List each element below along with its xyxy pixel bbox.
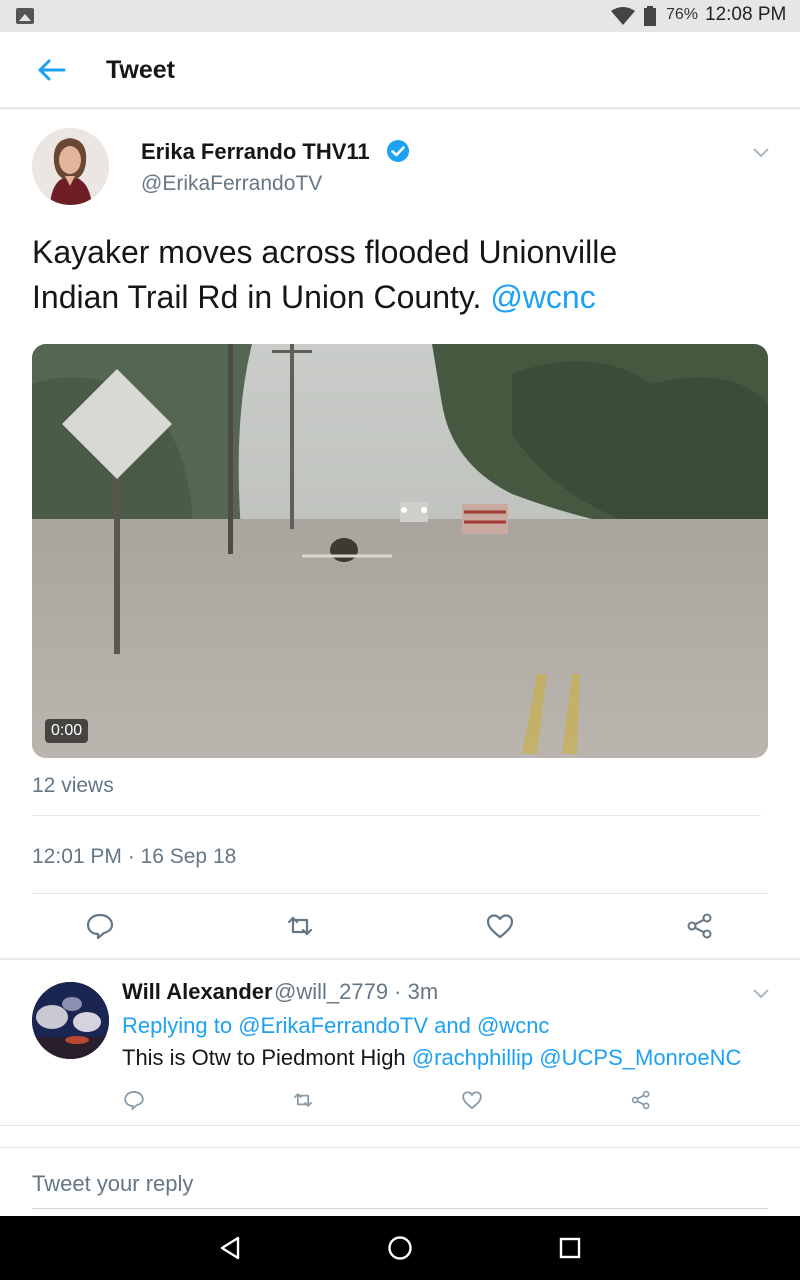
share-icon[interactable] bbox=[630, 1089, 652, 1111]
author-handle[interactable]: @ErikaFerrandoTV bbox=[141, 172, 322, 196]
replying-user-link[interactable]: @ErikaFerrandoTV bbox=[238, 1013, 428, 1038]
video-player[interactable]: 0:00 bbox=[32, 344, 768, 758]
reply-mention-link[interactable]: @rachphillip bbox=[412, 1045, 533, 1070]
tweet-text-line1: Kayaker moves across flooded Unionville bbox=[32, 234, 618, 270]
system-navigation-bar bbox=[0, 1216, 800, 1280]
divider bbox=[32, 815, 761, 816]
reply-body: This is Otw to Piedmont High bbox=[122, 1045, 412, 1070]
verified-badge-icon bbox=[387, 140, 409, 162]
reply-text: This is Otw to Piedmont High @rachphilli… bbox=[122, 1045, 741, 1071]
retweet-icon[interactable] bbox=[285, 912, 315, 940]
replying-to-line: Replying to @ErikaFerrandoTV and @wcnc bbox=[122, 1013, 549, 1039]
replying-and: and bbox=[428, 1013, 477, 1038]
recent-apps-square-icon[interactable] bbox=[556, 1234, 584, 1262]
share-icon[interactable] bbox=[685, 912, 715, 940]
chevron-down-icon[interactable] bbox=[752, 147, 770, 159]
reply-handle-time: @will_2779 · 3m bbox=[274, 979, 439, 1004]
tweet-reply-input[interactable]: Tweet your reply bbox=[32, 1163, 768, 1209]
status-time: 12:08 PM bbox=[705, 4, 787, 25]
back-triangle-icon[interactable] bbox=[216, 1234, 244, 1262]
like-heart-icon[interactable] bbox=[485, 912, 515, 940]
reply-icon[interactable] bbox=[123, 1089, 145, 1111]
status-bar: 76% 12:08 PM bbox=[0, 0, 800, 32]
divider bbox=[32, 893, 768, 894]
page-title: Tweet bbox=[106, 56, 175, 84]
home-circle-icon[interactable] bbox=[386, 1234, 414, 1262]
app-header: Tweet bbox=[0, 32, 800, 108]
retweet-icon[interactable] bbox=[292, 1089, 314, 1111]
reply-icon[interactable] bbox=[85, 912, 115, 940]
replying-user-link[interactable]: @wcnc bbox=[477, 1013, 549, 1038]
divider bbox=[0, 1147, 800, 1148]
tweet-text: Kayaker moves across flooded Unionville … bbox=[32, 230, 752, 320]
reply-author-avatar[interactable] bbox=[32, 982, 109, 1059]
battery-icon bbox=[644, 6, 656, 26]
video-thumbnail bbox=[32, 344, 768, 758]
like-heart-icon[interactable] bbox=[461, 1089, 483, 1111]
reply-mention-link[interactable]: @UCPS_MonroeNC bbox=[539, 1045, 741, 1070]
tweet-text-line2: Indian Trail Rd in Union County. bbox=[32, 279, 491, 315]
reply-author-name[interactable]: Will Alexander bbox=[122, 979, 273, 1005]
image-notification-icon bbox=[16, 8, 34, 24]
video-duration: 0:00 bbox=[45, 719, 89, 743]
tweet-mention-link[interactable]: @wcnc bbox=[490, 279, 595, 315]
tweet-timestamp: 12:01 PM · 16 Sep 18 bbox=[32, 845, 237, 868]
chevron-down-icon[interactable] bbox=[752, 988, 770, 1000]
divider bbox=[0, 1125, 800, 1126]
battery-percentage: 76% bbox=[666, 6, 699, 23]
author-name[interactable]: Erika Ferrando THV11 bbox=[141, 139, 370, 165]
replying-prefix: Replying to bbox=[122, 1013, 239, 1038]
view-count: 12 views bbox=[32, 774, 114, 797]
author-avatar[interactable] bbox=[32, 128, 109, 205]
wifi-icon bbox=[611, 7, 635, 25]
back-arrow-icon[interactable] bbox=[36, 58, 66, 82]
section-separator bbox=[0, 958, 800, 960]
